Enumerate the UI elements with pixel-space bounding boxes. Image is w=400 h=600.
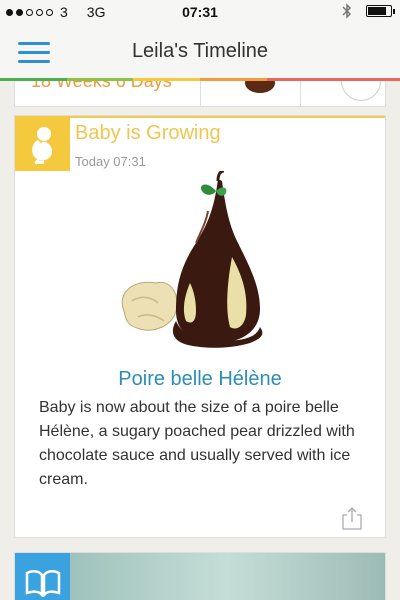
status-right [342,3,395,19]
timeline-card[interactable]: Baby is Growing Today 07:31 Poire belle … [14,115,386,538]
divider [300,81,301,106]
bluetooth-icon [342,3,352,19]
card-description: Baby is now about the size of a poire be… [39,399,355,488]
next-card-photo [70,553,385,600]
page-title: Leila's Timeline [131,40,269,62]
next-timeline-card[interactable] [14,552,386,600]
card-timestamp: Today 07:31 [75,154,146,169]
status-bar: 3 3G 07:31 [0,0,400,26]
status-time: 07:31 [182,4,218,20]
battery-icon [366,5,395,17]
previous-card-circle [341,81,381,101]
item-name-link[interactable]: Poire belle Hélène [15,368,385,391]
card-accent-bar [15,116,385,118]
poire-belle-helene-illustration [121,171,263,348]
previous-card-text: 18 Weeks 6 Days [31,81,172,91]
battery-fill [368,7,386,15]
previous-card-strip[interactable]: 18 Weeks 6 Days [14,81,386,107]
share-icon[interactable] [341,506,363,530]
divider [200,81,201,106]
previous-card-image [245,81,275,93]
book-icon [15,553,70,600]
card-title: Baby is Growing [75,122,221,144]
fetus-icon [15,116,70,171]
nav-bar: Leila's Timeline [0,26,400,78]
